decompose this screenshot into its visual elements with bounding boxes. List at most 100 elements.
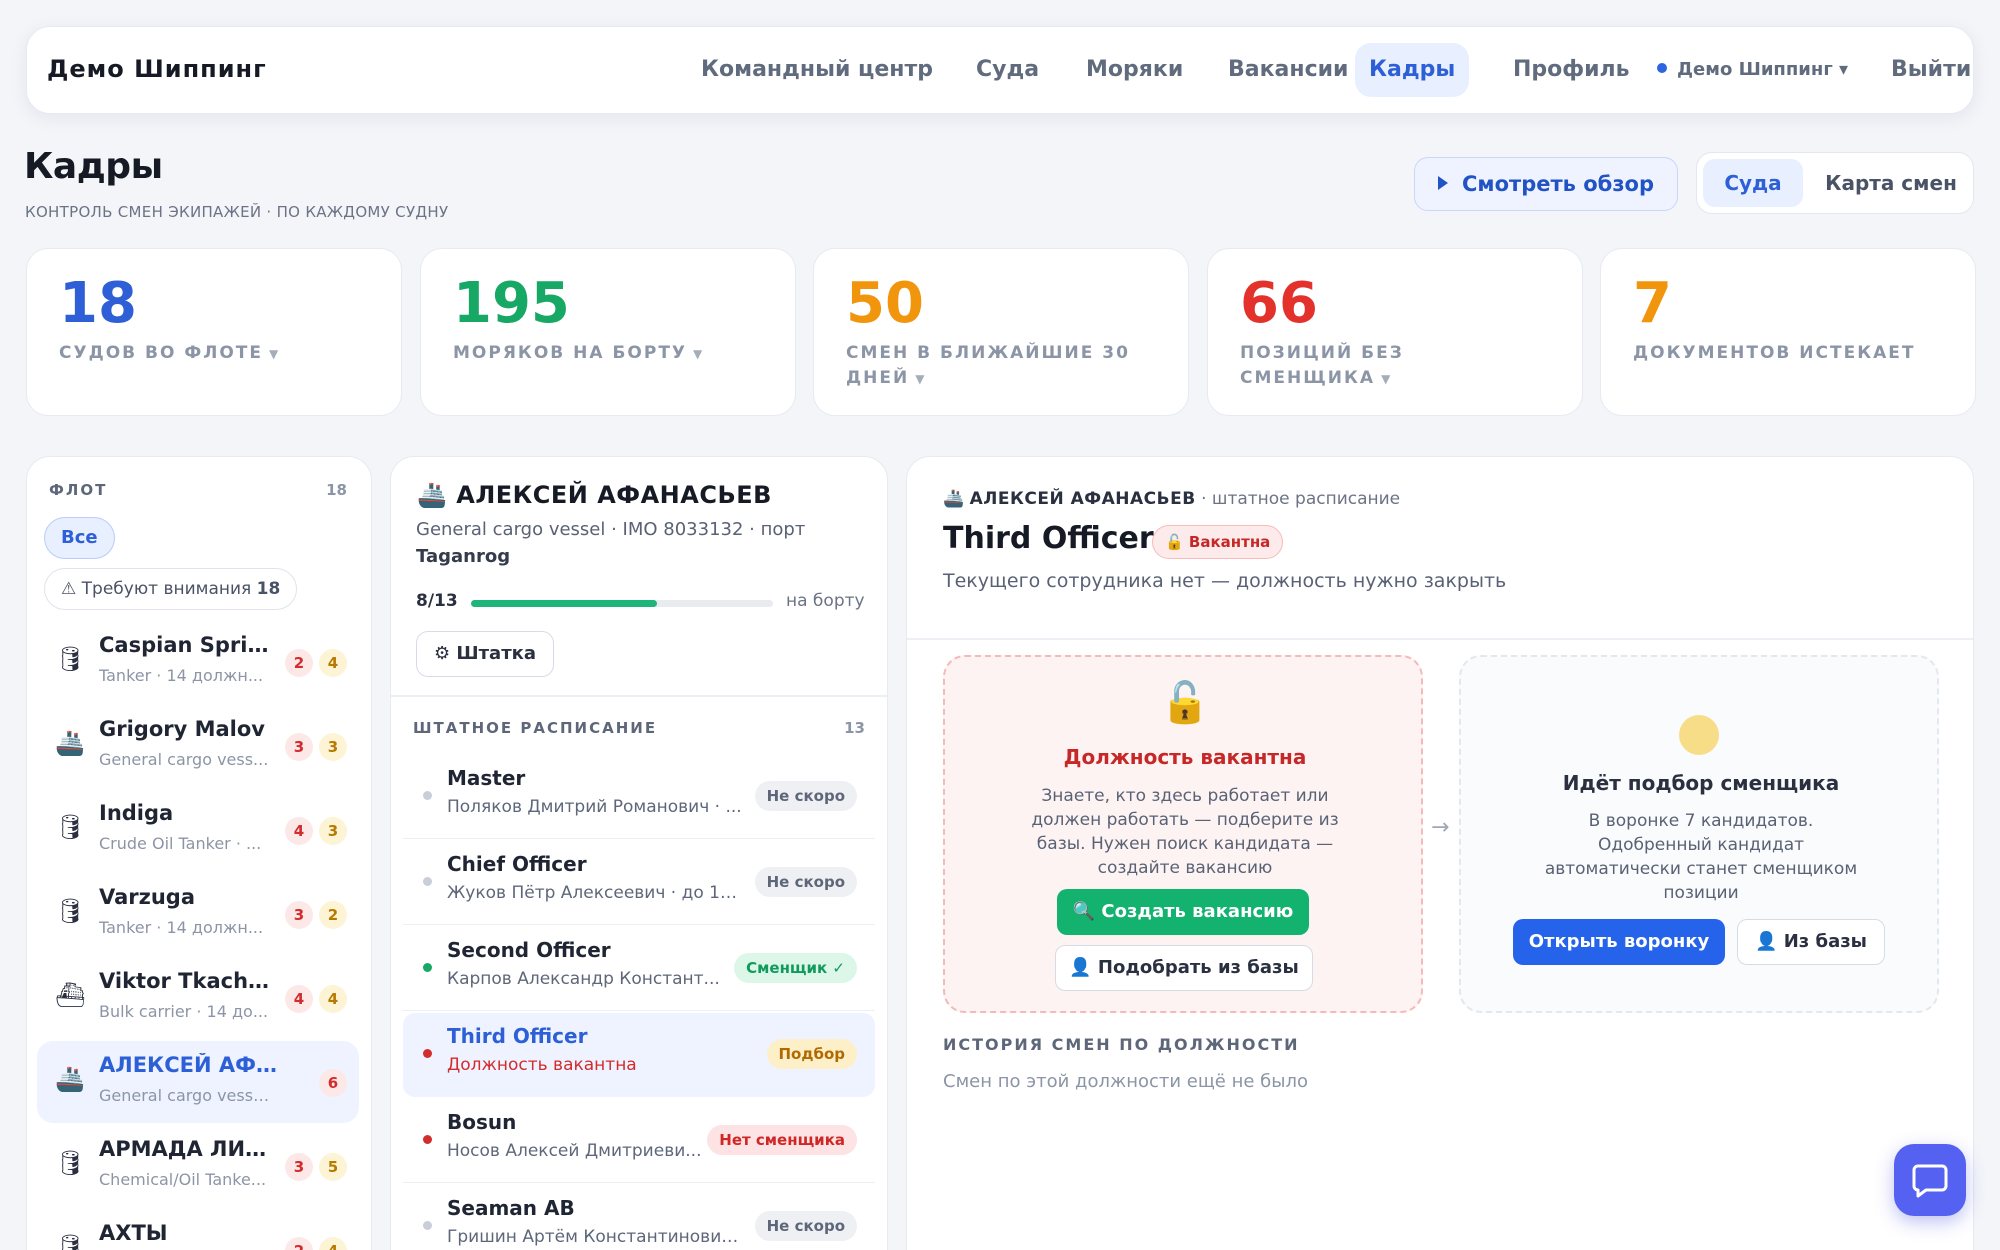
warning-count-badge: 4 bbox=[319, 649, 347, 677]
vessel-item-selected[interactable]: 🚢 АЛЕКСЕЙ АФАНА... General cargo vessel … bbox=[37, 1041, 359, 1123]
selection-text: В воронке 7 кандидатов. Одобренный канди… bbox=[1544, 811, 1858, 903]
position-title: Master bbox=[447, 766, 526, 790]
vessel-sub: Bulk carrier · 14 до... bbox=[99, 1002, 269, 1021]
warning-count-badge: 5 bbox=[319, 1153, 347, 1181]
vessel-item[interactable]: 🚢 Grigory Malov General cargo vess... 3 … bbox=[37, 705, 359, 787]
fleet-count: 18 bbox=[326, 481, 347, 499]
vessel-item[interactable]: ⛴ Viktor Tkachyov Bulk carrier · 14 до..… bbox=[37, 957, 359, 1039]
position-row[interactable]: Bosun Носов Алексей Дмитриеви... Нет сме… bbox=[403, 1099, 875, 1183]
nav-profile[interactable]: Профиль bbox=[1499, 43, 1644, 97]
view-overview-button[interactable]: Смотреть обзор bbox=[1414, 157, 1678, 211]
position-subtitle: Текущего сотрудника нет — должность нужн… bbox=[943, 570, 1507, 592]
stat-label: СМЕН В БЛИЖАЙШИЕ 30 ДНЕЙ ▼ bbox=[846, 343, 1130, 388]
position-status-badge: Не скоро bbox=[754, 867, 857, 897]
ship-icon: 🚢 bbox=[943, 489, 965, 509]
vessel-item[interactable]: 🛢 Indiga Crude Oil Tanker · ... 4 3 bbox=[37, 789, 359, 871]
ship-icon: 🚢 bbox=[55, 729, 85, 757]
warning-count-badge: 3 bbox=[319, 817, 347, 845]
in-progress-icon bbox=[1679, 715, 1719, 755]
barrel-icon: 🛢 bbox=[55, 813, 86, 841]
play-icon bbox=[1438, 176, 1449, 190]
cargo-ship-icon: ⛴ bbox=[55, 981, 86, 1009]
vessel-sub: Tanker · 14 должн... bbox=[99, 918, 264, 937]
stat-label: ПОЗИЦИЙ БЕЗ СМЕНЩИКА ▼ bbox=[1240, 343, 1404, 388]
warning-count-badge: 2 bbox=[319, 901, 347, 929]
warning-count-badge: 4 bbox=[319, 1237, 347, 1250]
vessel-title: 🚢 АЛЕКСЕЙ АФАНАСЬЕВ bbox=[417, 481, 772, 509]
stat-card-shifts[interactable]: 50 СМЕН В БЛИЖАЙШИЕ 30 ДНЕЙ ▼ bbox=[813, 248, 1189, 416]
position-row-selected[interactable]: Third Officer Должность вакантна Подбор bbox=[403, 1013, 875, 1097]
vessel-sub: Crude Oil Tanker · ... bbox=[99, 834, 262, 853]
shift-history-empty: Смен по этой должности ещё не было bbox=[943, 1071, 1308, 1092]
position-title: Bosun bbox=[447, 1110, 517, 1134]
position-row[interactable]: Second Officer Карпов Александр Констант… bbox=[403, 927, 875, 1011]
stat-label: СУДОВ ВО ФЛОТЕ ▼ bbox=[59, 343, 281, 363]
stat-card-no-relief[interactable]: 66 ПОЗИЦИЙ БЕЗ СМЕНЩИКА ▼ bbox=[1207, 248, 1583, 416]
position-holder: Гришин Артём Константинович... bbox=[447, 1227, 743, 1247]
from-database-button[interactable]: 👤 Из базы bbox=[1737, 919, 1885, 965]
fleet-panel: ФЛОТ 18 Все ⚠ Требуют внимания 18 🛢 Casp… bbox=[26, 456, 372, 1250]
pick-from-database-button[interactable]: 👤 Подобрать из базы bbox=[1055, 945, 1313, 991]
vacancy-card: 🔓 Должность вакантна Знаете, кто здесь р… bbox=[943, 655, 1423, 1013]
vacancy-title: Должность вакантна bbox=[1063, 745, 1307, 769]
position-status-badge: Нет сменщика bbox=[707, 1125, 857, 1155]
staffing-settings-button[interactable]: ⚙ Штатка bbox=[416, 631, 554, 677]
chat-icon bbox=[1912, 1164, 1948, 1198]
stat-card-seafarers[interactable]: 195 МОРЯКОВ НА БОРТУ ▼ bbox=[420, 248, 796, 416]
stat-value: 195 bbox=[453, 271, 570, 336]
barrel-icon: 🛢 bbox=[55, 1149, 86, 1177]
toggle-vessels[interactable]: Суда bbox=[1703, 159, 1803, 207]
caret-down-icon: ▼ bbox=[269, 347, 281, 361]
position-status-badge: Подбор bbox=[766, 1039, 857, 1069]
alert-count-badge: 2 bbox=[285, 649, 313, 677]
alert-count-badge: 3 bbox=[285, 733, 313, 761]
filter-attention-chip[interactable]: ⚠ Требуют внимания 18 bbox=[44, 568, 298, 610]
nav-vessels[interactable]: Суда bbox=[962, 43, 1053, 97]
stat-value: 7 bbox=[1633, 271, 1672, 336]
account-menu[interactable]: Демо Шиппинг ▾ bbox=[1657, 43, 1848, 97]
vessel-item[interactable]: 🛢 АРМАДА ЛИД... Chemical/Oil Tanke... 3 … bbox=[37, 1125, 359, 1207]
logout-button[interactable]: Выйти bbox=[1877, 43, 1985, 97]
stat-card-documents[interactable]: 7 ДОКУМЕНТОВ ИСТЕКАЕТ bbox=[1600, 248, 1976, 416]
nav-vacancies[interactable]: Вакансии bbox=[1214, 43, 1362, 97]
caret-down-icon: ▼ bbox=[1381, 372, 1393, 386]
nav-staffing[interactable]: Кадры bbox=[1355, 43, 1470, 97]
position-holder: Карпов Александр Констант... bbox=[447, 969, 720, 989]
stat-label: ДОКУМЕНТОВ ИСТЕКАЕТ bbox=[1633, 343, 1916, 363]
position-row[interactable]: Master Поляков Дмитрий Романович · ... Н… bbox=[403, 755, 875, 839]
nav-seafarers[interactable]: Моряки bbox=[1072, 43, 1197, 97]
vessel-port: Taganrog bbox=[416, 546, 511, 567]
roster-title: ШТАТНОЕ РАСПИСАНИЕ bbox=[413, 719, 658, 737]
nav-command-center[interactable]: Командный центр bbox=[687, 43, 947, 97]
open-funnel-button[interactable]: Открыть воронку bbox=[1513, 919, 1725, 965]
position-holder: Жуков Пётр Алексеевич · до 10... bbox=[447, 883, 743, 903]
filter-all-chip[interactable]: Все bbox=[44, 517, 115, 559]
brand-name[interactable]: Демо Шиппинг bbox=[47, 55, 267, 83]
chat-button[interactable] bbox=[1894, 1144, 1966, 1216]
toggle-shift-map[interactable]: Карта смен bbox=[1813, 159, 1969, 207]
position-row[interactable]: Seaman AB Гришин Артём Константинович...… bbox=[403, 1185, 875, 1250]
position-title: Third Officer bbox=[943, 521, 1154, 556]
warning-count-badge: 3 bbox=[319, 733, 347, 761]
position-holder: Должность вакантна bbox=[447, 1055, 637, 1075]
vessel-name: АЛЕКСЕЙ АФАНА... bbox=[99, 1053, 277, 1077]
vessel-name: Viktor Tkachyov bbox=[99, 969, 277, 993]
create-vacancy-button[interactable]: 🔍 Создать вакансию bbox=[1057, 889, 1309, 935]
status-dot-icon bbox=[423, 963, 432, 972]
position-row[interactable]: Chief Officer Жуков Пётр Алексеевич · до… bbox=[403, 841, 875, 925]
caret-down-icon: ▼ bbox=[915, 372, 927, 386]
position-holder: Поляков Дмитрий Романович · ... bbox=[447, 797, 742, 817]
vessel-item[interactable]: 🛢 Varzuga Tanker · 14 должн... 3 2 bbox=[37, 873, 359, 955]
vacant-status-badge: 🔓 Вакантна bbox=[1152, 525, 1284, 559]
selection-title: Идёт подбор сменщика bbox=[1562, 771, 1840, 795]
vessel-item[interactable]: 🛢 АХТЫ 2 4 bbox=[37, 1209, 359, 1250]
crew-onboard-count: 8/13 bbox=[416, 591, 458, 611]
stat-card-vessels[interactable]: 18 СУДОВ ВО ФЛОТЕ ▼ bbox=[26, 248, 402, 416]
position-status-badge: Не скоро bbox=[754, 1211, 857, 1241]
status-dot-icon bbox=[423, 791, 432, 800]
vessel-item[interactable]: 🛢 Caspian Sprin... Tanker · 14 должн... … bbox=[37, 621, 359, 703]
warning-count-badge: 4 bbox=[319, 985, 347, 1013]
position-holder: Носов Алексей Дмитриеви... bbox=[447, 1141, 702, 1161]
vacancy-text: Знаете, кто здесь работает или должен ра… bbox=[1031, 786, 1339, 878]
crew-progress-fill bbox=[471, 600, 657, 607]
